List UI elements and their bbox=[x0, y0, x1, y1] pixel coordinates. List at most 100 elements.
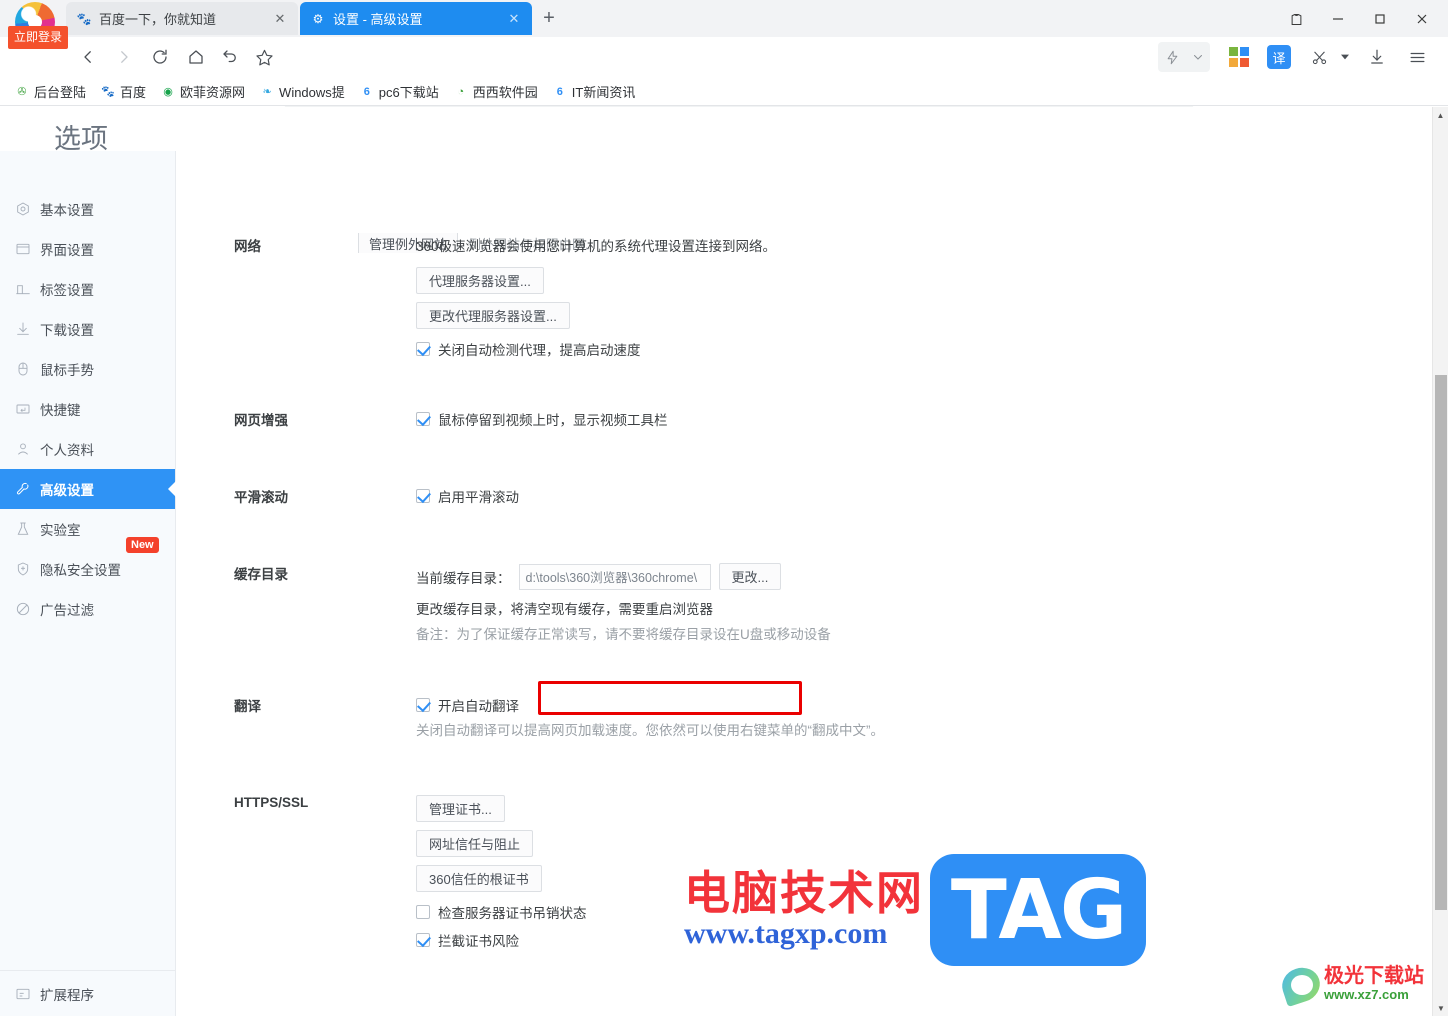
manage-certificates-button[interactable]: 管理证书... bbox=[416, 795, 505, 822]
section-body: 鼠标停留到视频上时，显示视频工具栏 bbox=[416, 409, 668, 429]
settings-content-inner: 管理例外网站 例外网站与权限由网... 网络 360极速浏览器会使用您计算机的系… bbox=[176, 233, 1448, 950]
page-scrollbar[interactable]: ▲ ▼ bbox=[1432, 107, 1448, 1016]
tab-settings[interactable]: ⚙ 设置 - 高级设置 ✕ bbox=[300, 2, 532, 35]
star-icon[interactable] bbox=[248, 41, 280, 73]
shirt-icon[interactable] bbox=[1276, 4, 1316, 34]
minimize-icon[interactable] bbox=[1318, 4, 1358, 34]
sidebar-item-basic[interactable]: 基本设置 bbox=[0, 189, 175, 229]
lightning-icon[interactable] bbox=[1158, 42, 1186, 72]
new-tab-button[interactable]: + bbox=[536, 6, 562, 32]
section-body: 管理证书... 网址信任与阻止 360信任的根证书 检查服务器证书吊销状态 拦截… bbox=[416, 795, 587, 950]
auto-translate-checkbox[interactable] bbox=[416, 698, 430, 712]
chevron-down-icon[interactable] bbox=[1186, 42, 1210, 72]
proxy-settings-button[interactable]: 代理服务器设置... bbox=[416, 267, 544, 294]
auto-translate-row[interactable]: 开启自动翻译 bbox=[416, 695, 884, 715]
block-cert-risk-row[interactable]: 拦截证书风险 bbox=[416, 930, 587, 950]
cache-dir-path[interactable]: d:\tools\360浏览器\360chrome\ bbox=[518, 563, 711, 590]
sidebar-item-mouse-gestures[interactable]: 鼠标手势 bbox=[0, 349, 175, 389]
sidebar-nav: 基本设置 界面设置 标签设置 下载设置 鼠标手势 快捷键 个人资料 高级设置 实… bbox=[0, 151, 175, 629]
check-cert-revocation-label: 检查服务器证书吊销状态 bbox=[438, 906, 587, 921]
watermark-tagxp-url: www.tagxp.com bbox=[684, 917, 888, 951]
scrollbar-thumb[interactable] bbox=[1435, 375, 1447, 910]
section-label: 平滑滚动 bbox=[234, 490, 288, 505]
disable-autodetect-proxy-checkbox[interactable] bbox=[416, 342, 430, 356]
bookmark-item[interactable]: ◔ 西西软件园 bbox=[447, 80, 544, 103]
scroll-up-icon[interactable]: ▲ bbox=[1433, 107, 1448, 123]
auto-translate-note: 关闭自动翻译可以提高网页加载速度。您依然可以使用右键菜单的“翻成中文”。 bbox=[416, 723, 884, 738]
bookmark-item[interactable]: ❧ Windows提 bbox=[253, 80, 351, 103]
scissors-dropdown-icon[interactable] bbox=[1338, 42, 1352, 72]
ms-grid-icon[interactable] bbox=[1224, 42, 1254, 72]
reload-icon[interactable] bbox=[144, 41, 176, 73]
scroll-down-icon[interactable]: ▼ bbox=[1433, 1000, 1448, 1016]
video-toolbar-checkbox[interactable] bbox=[416, 412, 430, 426]
bookmark-item[interactable]: 6 IT新闻资讯 bbox=[546, 80, 642, 103]
sidebar-item-label: 基本设置 bbox=[40, 203, 94, 218]
change-proxy-settings-button[interactable]: 更改代理服务器设置... bbox=[416, 302, 570, 329]
sidebar-item-interface[interactable]: 界面设置 bbox=[0, 229, 175, 269]
sidebar-item-advanced[interactable]: 高级设置 bbox=[0, 469, 175, 509]
close-icon[interactable] bbox=[1402, 4, 1442, 34]
block-cert-risk-checkbox[interactable] bbox=[416, 933, 430, 947]
tab-close-icon[interactable]: ✕ bbox=[272, 11, 288, 27]
smooth-scroll-checkbox[interactable] bbox=[416, 489, 430, 503]
gear-icon: ⚙ bbox=[312, 11, 324, 26]
undo-icon[interactable] bbox=[214, 41, 246, 73]
watermark-xz7: 极光下载站 www.xz7.com bbox=[1277, 963, 1424, 1008]
maximize-icon[interactable] bbox=[1360, 4, 1400, 34]
home-icon[interactable] bbox=[180, 41, 212, 73]
tab-close-icon[interactable]: ✕ bbox=[506, 11, 522, 27]
network-description: 360极速浏览器会使用您计算机的系统代理设置连接到网络。 bbox=[416, 239, 777, 254]
sidebar-item-shortcuts[interactable]: 快捷键 bbox=[0, 389, 175, 429]
watermark-xz7-cn: 极光下载站 bbox=[1324, 965, 1424, 987]
download-icon[interactable] bbox=[1362, 42, 1392, 72]
tab-icon bbox=[14, 280, 32, 298]
block-icon bbox=[14, 600, 32, 618]
bookmark-label: 百度 bbox=[120, 85, 147, 100]
flask-icon bbox=[14, 520, 32, 538]
sidebar-item-privacy[interactable]: New 隐私安全设置 bbox=[0, 537, 175, 589]
sidebar-item-downloads[interactable]: 下载设置 bbox=[0, 309, 175, 349]
forward-icon[interactable] bbox=[108, 41, 140, 73]
section-label: 缓存目录 bbox=[234, 567, 288, 582]
video-toolbar-row[interactable]: 鼠标停留到视频上时，显示视频工具栏 bbox=[416, 409, 668, 429]
bookmark-item[interactable]: 6 pc6下载站 bbox=[353, 80, 445, 103]
tab-baidu[interactable]: 🐾 百度一下，你就知道 ✕ bbox=[66, 2, 298, 35]
sidebar-item-profile[interactable]: 个人资料 bbox=[0, 429, 175, 469]
sidebar-item-label: 标签设置 bbox=[40, 283, 94, 298]
login-badge[interactable]: 立即登录 bbox=[8, 26, 69, 49]
settings-sidebar: 基本设置 界面设置 标签设置 下载设置 鼠标手势 快捷键 个人资料 高级设置 实… bbox=[0, 151, 176, 1016]
sidebar-footer: 扩展程序 bbox=[0, 970, 176, 1016]
bookmark-item[interactable]: ◉ 欧菲资源网 bbox=[154, 80, 251, 103]
tab-bar: 立即登录 🐾 百度一下，你就知道 ✕ ⚙ 设置 - 高级设置 ✕ + bbox=[0, 0, 1448, 49]
disable-autodetect-proxy-row[interactable]: 关闭自动检测代理，提高启动速度 bbox=[416, 339, 776, 359]
sidebar-item-extensions[interactable]: 扩展程序 bbox=[0, 971, 176, 1016]
swirl-icon: ✇ bbox=[17, 86, 27, 98]
translate-icon[interactable]: 译 bbox=[1264, 42, 1294, 72]
hexagon-icon bbox=[14, 200, 32, 218]
sidebar-item-tabs[interactable]: 标签设置 bbox=[0, 269, 175, 309]
back-icon[interactable] bbox=[72, 41, 104, 73]
bookmark-item[interactable]: ✇ 后台登陆 bbox=[8, 80, 92, 103]
menu-icon[interactable] bbox=[1402, 42, 1432, 72]
sidebar-item-label: 下载设置 bbox=[40, 323, 94, 338]
smooth-scroll-row[interactable]: 启用平滑滚动 bbox=[416, 486, 519, 506]
bookmark-label: 欧菲资源网 bbox=[180, 85, 246, 100]
toolbar-right: 译 bbox=[1158, 42, 1432, 72]
new-badge: New bbox=[126, 537, 159, 554]
trusted-root-certs-button[interactable]: 360信任的根证书 bbox=[416, 865, 542, 892]
sidebar-item-label: 界面设置 bbox=[40, 243, 94, 258]
sidebar-item-label: 个人资料 bbox=[40, 443, 94, 458]
cache-dir-note-1: 更改缓存目录，将清空现有缓存，需要重启浏览器 bbox=[416, 602, 713, 617]
pc6-icon: 6 bbox=[556, 85, 563, 98]
url-trust-block-button[interactable]: 网址信任与阻止 bbox=[416, 830, 534, 857]
check-cert-revocation-row[interactable]: 检查服务器证书吊销状态 bbox=[416, 902, 587, 922]
check-cert-revocation-checkbox[interactable] bbox=[416, 905, 430, 919]
section-label: HTTPS/SSL bbox=[234, 795, 309, 810]
bookmark-label: 后台登陆 bbox=[34, 85, 87, 100]
cache-dir-change-button[interactable]: 更改... bbox=[718, 563, 782, 590]
scissors-icon[interactable] bbox=[1304, 42, 1334, 72]
sidebar-item-adblock[interactable]: 广告过滤 bbox=[0, 589, 175, 629]
bookmark-item[interactable]: 🐾 百度 bbox=[94, 80, 152, 103]
disable-autodetect-proxy-label: 关闭自动检测代理，提高启动速度 bbox=[438, 343, 641, 358]
